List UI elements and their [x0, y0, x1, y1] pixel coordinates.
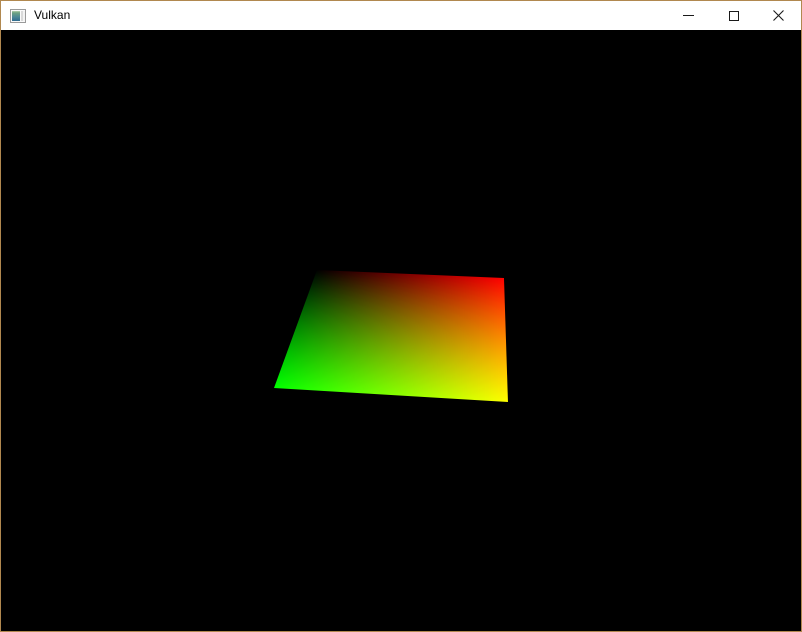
gradient-quad [274, 270, 508, 402]
maximize-icon [729, 11, 739, 21]
close-icon [773, 10, 784, 21]
vulkan-window: Vulkan [0, 0, 802, 632]
window-title: Vulkan [34, 1, 70, 30]
caption-buttons [666, 1, 801, 30]
app-icon[interactable] [10, 8, 26, 24]
minimize-icon [683, 15, 694, 16]
close-button[interactable] [756, 1, 801, 30]
render-viewport [1, 30, 801, 631]
maximize-button[interactable] [711, 1, 756, 30]
titlebar[interactable]: Vulkan [1, 1, 801, 30]
minimize-button[interactable] [666, 1, 711, 30]
